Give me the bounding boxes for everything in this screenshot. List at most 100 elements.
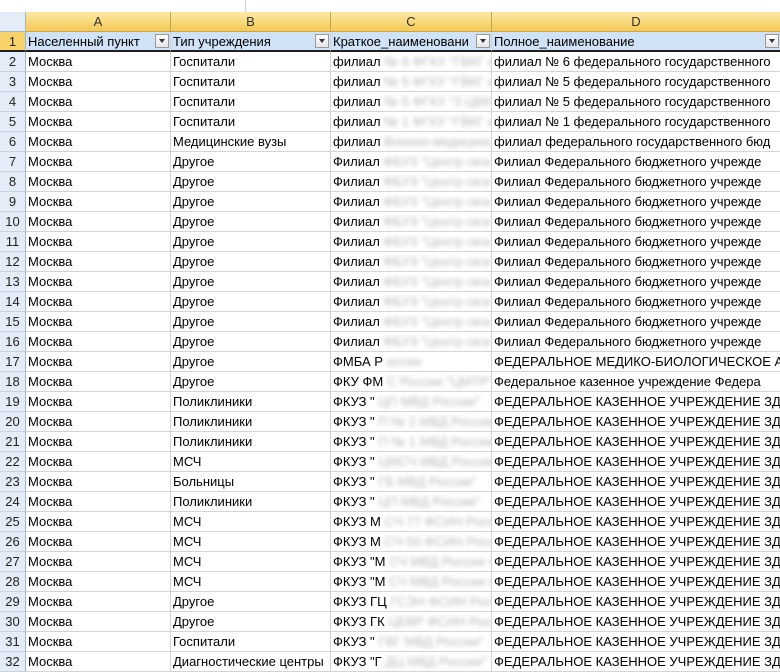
- cell-short-name[interactable]: ФКУЗ " П № 1 МВД России": [331, 432, 492, 452]
- cell-institution-type[interactable]: Другое: [171, 292, 331, 312]
- row-header[interactable]: 5: [0, 112, 26, 132]
- row-header[interactable]: 16: [0, 332, 26, 352]
- cell-full-name[interactable]: ФЕДЕРАЛЬНОЕ КАЗЕННОЕ УЧРЕЖДЕНИЕ ЗДРА: [492, 652, 780, 672]
- cell-full-name[interactable]: ФЕДЕРАЛЬНОЕ КАЗЕННОЕ УЧРЕЖДЕНИЕ ЗДРА: [492, 592, 780, 612]
- cell-short-name[interactable]: ФКУЗ " ГБ МВД России": [331, 472, 492, 492]
- row-header[interactable]: 20: [0, 412, 26, 432]
- cell-institution-type[interactable]: Госпитали: [171, 92, 331, 112]
- row-header[interactable]: 25: [0, 512, 26, 532]
- cell-full-name[interactable]: ФЕДЕРАЛЬНОЕ КАЗЕННОЕ УЧРЕЖДЕНИЕ ЗДРА: [492, 452, 780, 472]
- row-header[interactable]: 12: [0, 252, 26, 272]
- row-header[interactable]: 23: [0, 472, 26, 492]
- cell-full-name[interactable]: Филиал Федерального бюджетного учрежде: [492, 192, 780, 212]
- row-header[interactable]: 21: [0, 432, 26, 452]
- cell-settlement[interactable]: Москва: [26, 72, 171, 92]
- cell-institution-type[interactable]: МСЧ: [171, 532, 331, 552]
- row-header[interactable]: 9: [0, 192, 26, 212]
- filter-dropdown-icon[interactable]: [476, 34, 490, 48]
- cell-short-name[interactable]: филиал № 6 ФГКУ "ГВКГ и: [331, 52, 492, 72]
- cell-institution-type[interactable]: Госпитали: [171, 632, 331, 652]
- cell-settlement[interactable]: Москва: [26, 132, 171, 152]
- row-header[interactable]: 28: [0, 572, 26, 592]
- cell-short-name[interactable]: ФКУЗ " ЦМСЧ МВД России": [331, 452, 492, 472]
- cell-settlement[interactable]: Москва: [26, 512, 171, 532]
- cell-short-name[interactable]: ФКУЗ " ЦП МВД России": [331, 492, 492, 512]
- cell-institution-type[interactable]: Поликлиники: [171, 392, 331, 412]
- cell-settlement[interactable]: Москва: [26, 232, 171, 252]
- cell-settlement[interactable]: Москва: [26, 312, 171, 332]
- cell-full-name[interactable]: филиал федерального государственного бюд: [492, 132, 780, 152]
- cell-full-name[interactable]: ФЕДЕРАЛЬНОЕ КАЗЕННОЕ УЧРЕЖДЕНИЕ ЗДРА: [492, 612, 780, 632]
- cell-full-name[interactable]: Филиал Федерального бюджетного учрежде: [492, 292, 780, 312]
- cell-institution-type[interactable]: Больницы: [171, 472, 331, 492]
- row-header[interactable]: 15: [0, 312, 26, 332]
- cell-institution-type[interactable]: МСЧ: [171, 512, 331, 532]
- cell-institution-type[interactable]: МСЧ: [171, 452, 331, 472]
- cell-settlement[interactable]: Москва: [26, 292, 171, 312]
- column-header-d[interactable]: D: [492, 12, 780, 32]
- cell-full-name[interactable]: филиал № 5 федерального государственного: [492, 72, 780, 92]
- cell-short-name[interactable]: ФКУЗ М СЧ-50 ФСИН России: [331, 532, 492, 552]
- cell-full-name[interactable]: ФЕДЕРАЛЬНОЕ МЕДИКО-БИОЛОГИЧЕСКОЕ АГ: [492, 352, 780, 372]
- cell-settlement[interactable]: Москва: [26, 252, 171, 272]
- select-all-corner[interactable]: [0, 12, 26, 32]
- row-header[interactable]: 32: [0, 652, 26, 672]
- cell-institution-type[interactable]: Другое: [171, 192, 331, 212]
- cell-full-name[interactable]: Филиал Федерального бюджетного учрежде: [492, 152, 780, 172]
- filter-dropdown-icon[interactable]: [765, 34, 779, 48]
- cell-settlement[interactable]: Москва: [26, 592, 171, 612]
- cell-short-name[interactable]: ФМБА Р оссии: [331, 352, 492, 372]
- cell-settlement[interactable]: Москва: [26, 272, 171, 292]
- cell-settlement[interactable]: Москва: [26, 432, 171, 452]
- row-header[interactable]: 30: [0, 612, 26, 632]
- row-header[interactable]: 24: [0, 492, 26, 512]
- cell-short-name[interactable]: ФКУЗ " П № 2 МВД России": [331, 412, 492, 432]
- cell-full-name[interactable]: ФЕДЕРАЛЬНОЕ КАЗЕННОЕ УЧРЕЖДЕНИЕ ЗДРА: [492, 392, 780, 412]
- cell-full-name[interactable]: Филиал Федерального бюджетного учрежде: [492, 232, 780, 252]
- cell-full-name[interactable]: Филиал Федерального бюджетного учрежде: [492, 172, 780, 192]
- cell-short-name[interactable]: филиал № 1 ФГКУ "ГВКГ и: [331, 112, 492, 132]
- row-header[interactable]: 29: [0, 592, 26, 612]
- cell-settlement[interactable]: Москва: [26, 412, 171, 432]
- cell-institution-type[interactable]: Другое: [171, 592, 331, 612]
- cell-institution-type[interactable]: Другое: [171, 232, 331, 252]
- cell-full-name[interactable]: Федеральное казенное учреждение Федера: [492, 372, 780, 392]
- filter-dropdown-icon[interactable]: [315, 34, 329, 48]
- row-header[interactable]: 8: [0, 172, 26, 192]
- cell-institution-type[interactable]: Другое: [171, 252, 331, 272]
- row-header[interactable]: 6: [0, 132, 26, 152]
- cell-settlement[interactable]: Москва: [26, 572, 171, 592]
- cell-settlement[interactable]: Москва: [26, 52, 171, 72]
- cell-institution-type[interactable]: Поликлиники: [171, 412, 331, 432]
- cell-institution-type[interactable]: Госпитали: [171, 72, 331, 92]
- cell-settlement[interactable]: Москва: [26, 472, 171, 492]
- row-header[interactable]: 2: [0, 52, 26, 72]
- cell-settlement[interactable]: Москва: [26, 632, 171, 652]
- cell-short-name[interactable]: ФКУЗ "М СЧ МВД России по: [331, 552, 492, 572]
- row-header[interactable]: 27: [0, 552, 26, 572]
- cell-full-name[interactable]: Филиал Федерального бюджетного учрежде: [492, 332, 780, 352]
- cell-institution-type[interactable]: Другое: [171, 312, 331, 332]
- cell-short-name[interactable]: ФКУЗ " ЦП МВД России": [331, 392, 492, 412]
- cell-settlement[interactable]: Москва: [26, 652, 171, 672]
- cell-settlement[interactable]: Москва: [26, 452, 171, 472]
- cell-full-name[interactable]: ФЕДЕРАЛЬНОЕ КАЗЕННОЕ УЧРЕЖДЕНИЕ ЗДРА: [492, 532, 780, 552]
- header-cell-d[interactable]: Полное_наименование: [492, 32, 780, 52]
- cell-full-name[interactable]: ФЕДЕРАЛЬНОЕ КАЗЕННОЕ УЧРЕЖДЕНИЕ ЗДРА: [492, 492, 780, 512]
- cell-full-name[interactable]: филиал № 6 федерального государственного: [492, 52, 780, 72]
- cell-settlement[interactable]: Москва: [26, 552, 171, 572]
- column-header-b[interactable]: B: [171, 12, 331, 32]
- cell-settlement[interactable]: Москва: [26, 112, 171, 132]
- cell-institution-type[interactable]: Другое: [171, 612, 331, 632]
- cell-institution-type[interactable]: МСЧ: [171, 552, 331, 572]
- row-header[interactable]: 19: [0, 392, 26, 412]
- cell-short-name[interactable]: ФКУЗ М СЧ-77 ФСИН России: [331, 512, 492, 532]
- cell-institution-type[interactable]: Другое: [171, 172, 331, 192]
- column-header-c[interactable]: C: [331, 12, 492, 32]
- row-header[interactable]: 17: [0, 352, 26, 372]
- cell-institution-type[interactable]: Другое: [171, 212, 331, 232]
- cell-institution-type[interactable]: Поликлиники: [171, 432, 331, 452]
- cell-settlement[interactable]: Москва: [26, 92, 171, 112]
- cell-settlement[interactable]: Москва: [26, 172, 171, 192]
- column-header-a[interactable]: A: [26, 12, 171, 32]
